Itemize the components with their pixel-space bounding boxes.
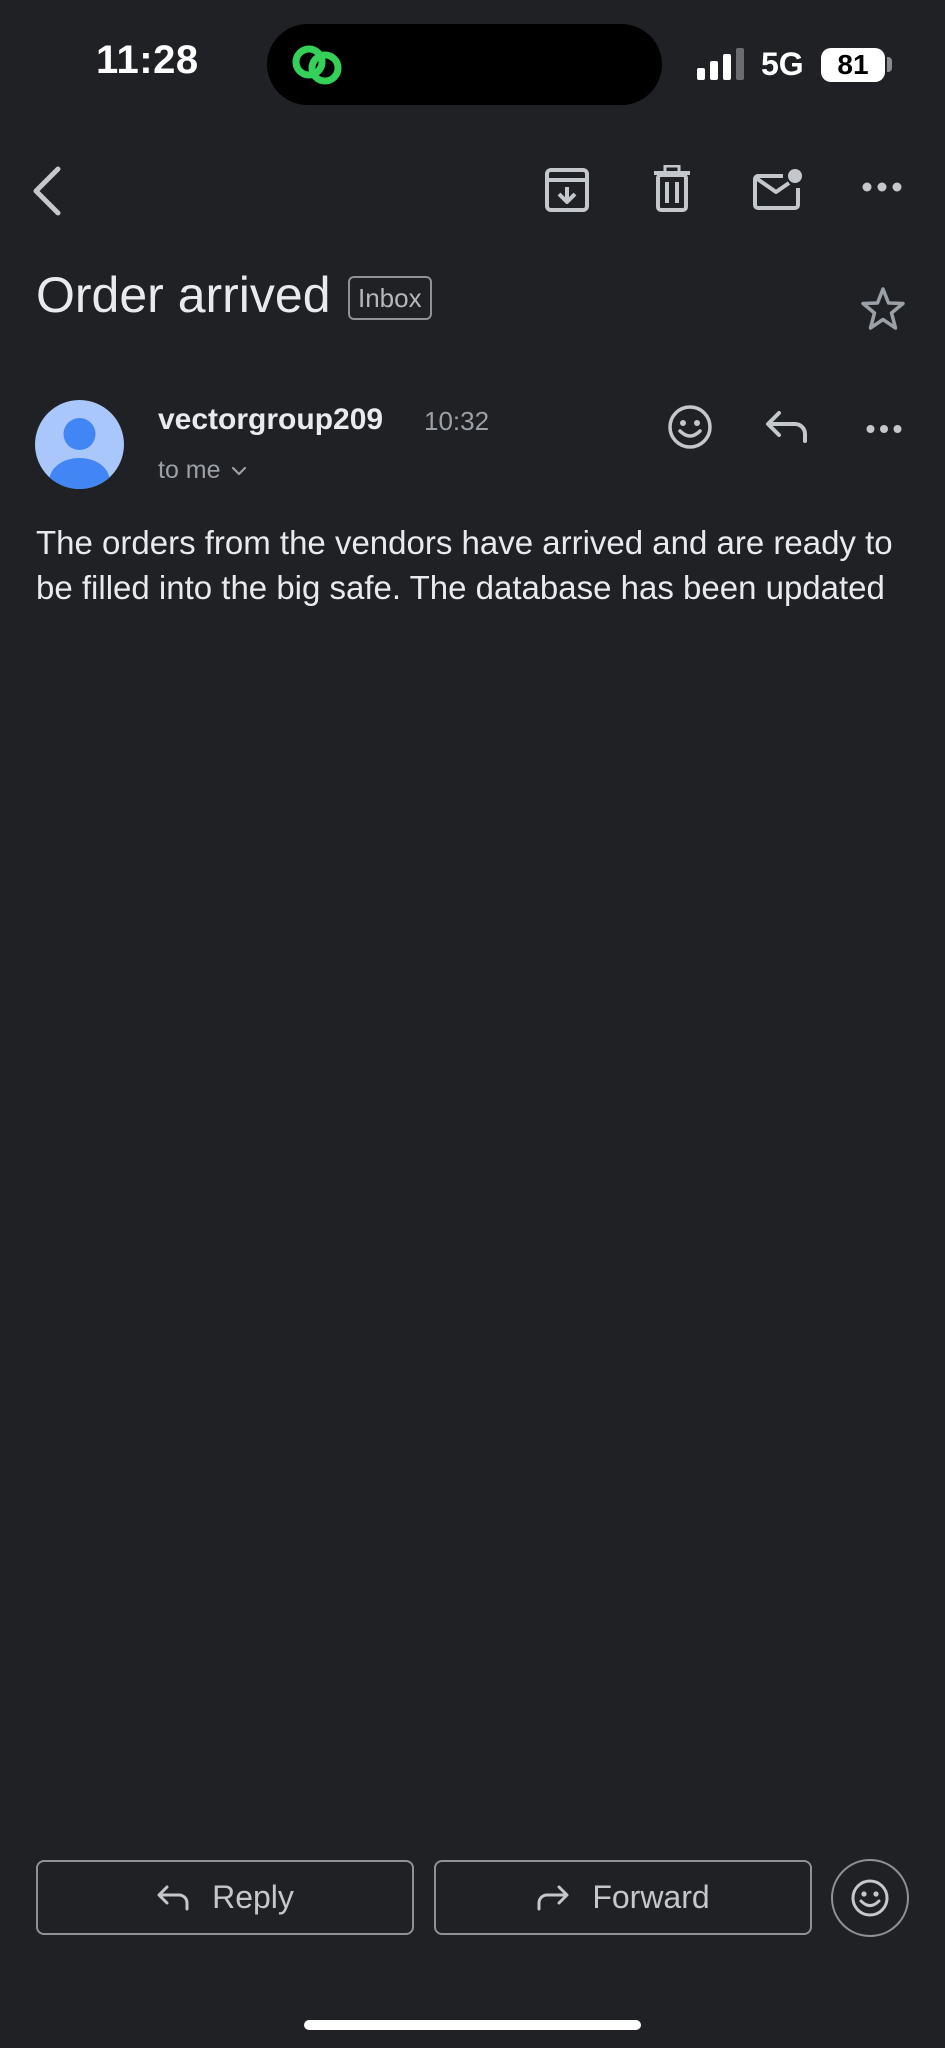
email-time: 10:32 [424,406,490,436]
emoji-reaction-icon[interactable] [667,404,713,450]
reply-button[interactable]: Reply [36,1860,414,1935]
forward-icon [537,1885,569,1910]
email-subject: Order arrived [36,267,331,323]
emoji-reaction-button[interactable] [831,1859,909,1937]
link-icon [292,45,342,85]
delete-icon[interactable] [652,165,692,213]
archive-icon[interactable] [544,167,590,213]
reply-icon [157,1885,189,1910]
star-icon[interactable] [860,286,906,332]
forward-button[interactable]: Forward [434,1860,812,1935]
dynamic-island [267,24,662,105]
person-icon [49,418,110,489]
network-type: 5G [761,46,804,82]
recipient-label: to me [158,456,221,484]
battery-indicator: 81 [821,48,885,82]
recipient-details-toggle[interactable]: to me [158,456,247,485]
forward-button-label: Forward [592,1879,710,1915]
chevron-down-icon [231,466,246,475]
emoji-icon [851,1879,889,1917]
mark-unread-icon[interactable] [753,168,803,210]
inbox-label[interactable]: Inbox [348,276,432,320]
back-icon[interactable] [28,165,68,217]
more-icon[interactable] [862,181,902,193]
reply-icon[interactable] [765,410,809,444]
sender-name[interactable]: vectorgroup209 [158,403,383,437]
avatar[interactable] [35,400,124,489]
cellular-signal-icon [697,48,744,80]
battery-cap [887,57,892,72]
reply-button-label: Reply [212,1879,294,1915]
email-body: The orders from the vendors have arrived… [36,524,893,606]
message-more-icon[interactable] [866,424,902,434]
home-indicator[interactable] [304,2020,641,2030]
status-time: 11:28 [96,38,199,82]
